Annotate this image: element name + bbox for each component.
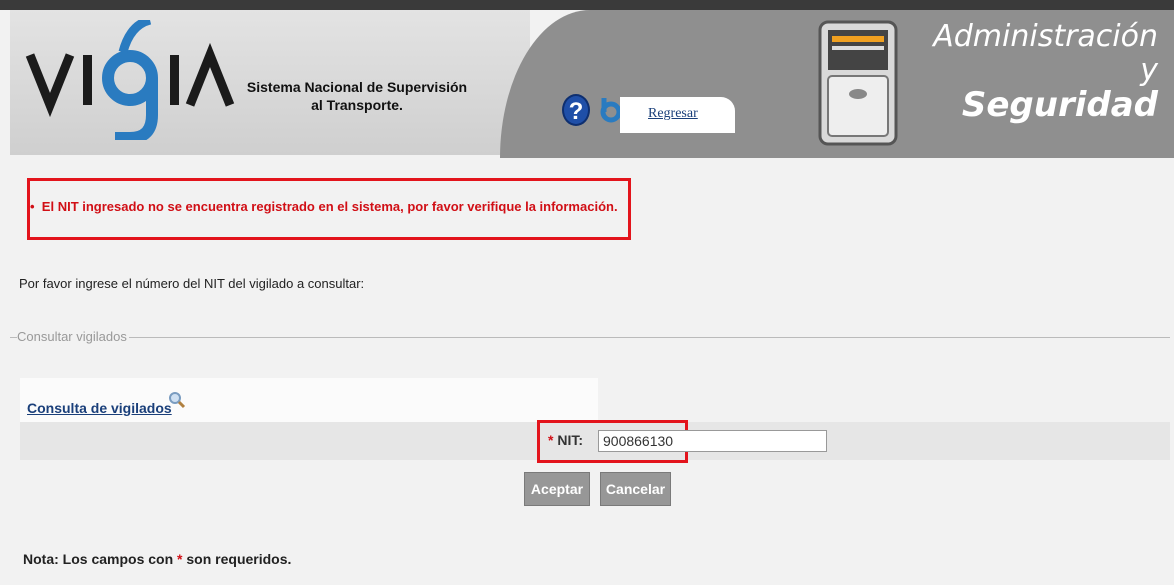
- cancel-button[interactable]: Cancelar: [600, 472, 671, 506]
- filing-cabinet-icon: [818, 20, 898, 146]
- system-name-line2: al Transporte.: [311, 97, 403, 113]
- module-title-line2: Seguridad: [961, 85, 1158, 125]
- fieldset-legend: Consultar vigilados: [17, 329, 129, 344]
- required-mark: *: [548, 432, 554, 448]
- consulta-vigilados-link[interactable]: Consulta de vigilados: [27, 400, 172, 416]
- back-link[interactable]: Regresar: [648, 106, 698, 122]
- module-title-line1: Administración y: [933, 19, 1158, 88]
- note-prefix: Nota: Los campos con: [23, 551, 174, 567]
- system-name: Sistema Nacional de Supervisión al Trans…: [242, 78, 472, 114]
- error-bullet: •: [30, 199, 35, 214]
- instructions-text: Por favor ingrese el número del NIT del …: [19, 276, 365, 291]
- module-title: Administración y Seguridad: [928, 19, 1158, 125]
- nit-label: * NIT:: [548, 432, 583, 448]
- system-name-line1: Sistema Nacional de Supervisión: [246, 79, 468, 95]
- nit-input[interactable]: [598, 430, 827, 452]
- search-icon[interactable]: [168, 391, 186, 409]
- accept-button[interactable]: Aceptar: [524, 472, 590, 506]
- fieldset-border: [10, 337, 1170, 338]
- error-text: El NIT ingresado no se encuentra registr…: [41, 199, 618, 214]
- error-message: • El NIT ingresado no se encuentra regis…: [30, 199, 618, 214]
- nit-label-text: NIT:: [557, 432, 584, 448]
- note-suffix: son requeridos.: [186, 551, 292, 567]
- required-note: Nota: Los campos con * son requeridos.: [23, 551, 291, 567]
- question-icon[interactable]: ?: [562, 94, 590, 126]
- vigia-logo: [25, 20, 235, 140]
- note-required-mark: *: [177, 551, 183, 567]
- top-border: [0, 0, 1174, 10]
